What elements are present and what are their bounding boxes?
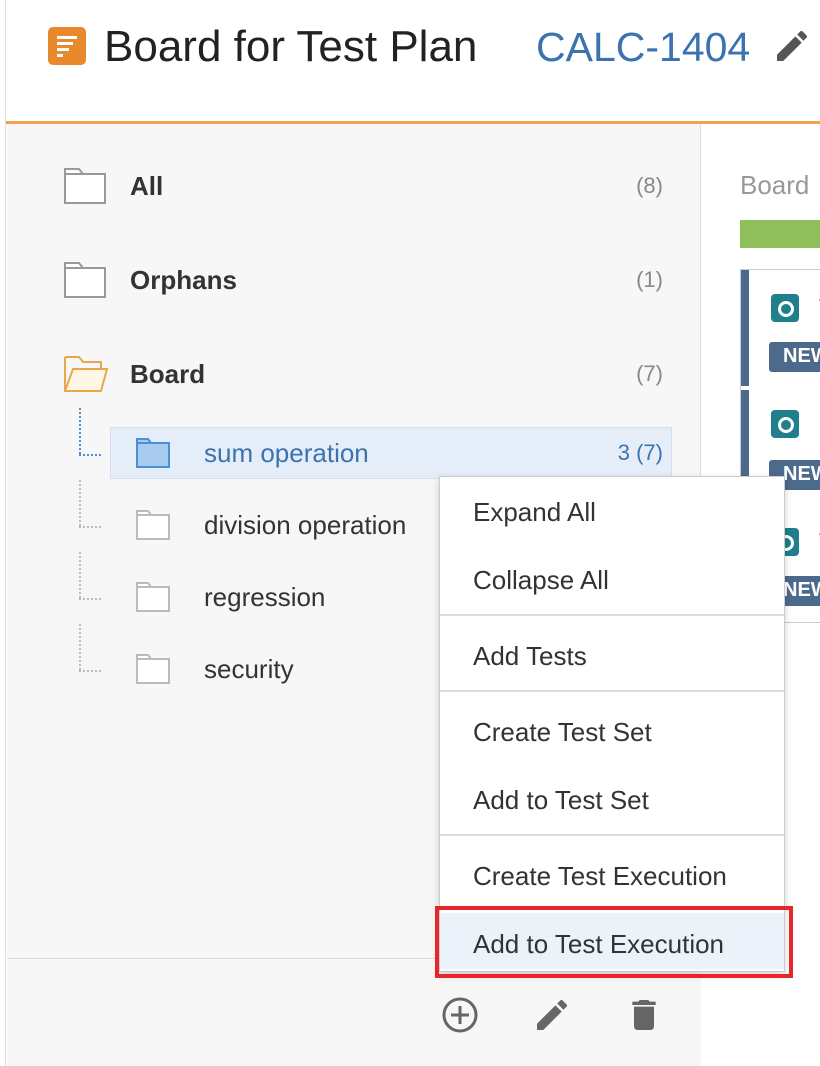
menu-item-collapse-all[interactable]: Collapse All: [440, 549, 784, 609]
issue-key-link[interactable]: CALC-1404: [536, 24, 750, 71]
selection-highlight: [110, 427, 672, 479]
folder-name: Orphans: [130, 265, 237, 295]
page-title: Board for Test Plan: [104, 22, 478, 71]
edit-icon[interactable]: [532, 995, 572, 1035]
board-label: Board: [740, 170, 810, 200]
folder-all[interactable]: All (8): [7, 155, 701, 215]
test-type-icon: [771, 294, 799, 322]
folder-name: All: [130, 171, 164, 201]
left-frame-edge: [0, 0, 6, 1066]
priority-icon: ⌃: [815, 526, 820, 552]
folder-count: (7): [636, 361, 663, 386]
subfolder-sum-operation[interactable]: sum operation 3 (7): [7, 427, 701, 479]
status-badge: NEW: [769, 342, 820, 372]
folder-icon: [136, 510, 170, 540]
folder-icon: [64, 262, 106, 298]
test-plan-icon: [48, 27, 86, 65]
trash-icon[interactable]: [624, 995, 664, 1035]
menu-divider: [440, 834, 784, 836]
subfolder-name: security: [204, 654, 294, 684]
page-header: Board for Test Plan CALC-1404: [6, 0, 820, 124]
subfolder-name: sum operation: [204, 438, 369, 468]
menu-item-expand-all[interactable]: Expand All: [440, 481, 784, 541]
test-type-icon: [771, 410, 799, 438]
menu-item-add-tests[interactable]: Add Tests: [440, 625, 784, 685]
folder-count: (8): [636, 173, 663, 198]
menu-item-create-test-execution[interactable]: Create Test Execution: [440, 845, 784, 905]
folder-icon: [64, 168, 106, 204]
pencil-icon[interactable]: [772, 26, 812, 66]
menu-divider: [440, 614, 784, 616]
folder-open-icon: [64, 356, 109, 392]
folder-toolbar: [7, 958, 701, 1066]
folder-name: Board: [130, 359, 206, 389]
menu-item-add-to-test-execution[interactable]: Add to Test Execution: [440, 913, 784, 969]
subfolder-name: regression: [204, 582, 326, 612]
menu-divider: [440, 690, 784, 692]
menu-item-add-to-test-set[interactable]: Add to Test Set: [440, 769, 784, 829]
folder-context-menu: Expand All Collapse All Add Tests Create…: [439, 476, 785, 972]
folder-icon: [136, 582, 170, 612]
folder-icon: [136, 654, 170, 684]
folder-count: (1): [636, 267, 663, 292]
folder-orphans[interactable]: Orphans (1): [7, 249, 701, 309]
test-card[interactable]: ⌃ NEW: [741, 270, 820, 386]
priority-icon: ⌃: [815, 292, 820, 318]
subfolder-count: 3 (7): [617, 440, 663, 465]
add-icon[interactable]: [440, 995, 480, 1035]
menu-item-create-test-set[interactable]: Create Test Set: [440, 701, 784, 761]
subfolder-name: division operation: [204, 510, 407, 540]
folder-icon: [136, 438, 170, 468]
progress-bar: [740, 220, 820, 248]
folder-board[interactable]: Board (7): [7, 343, 701, 403]
